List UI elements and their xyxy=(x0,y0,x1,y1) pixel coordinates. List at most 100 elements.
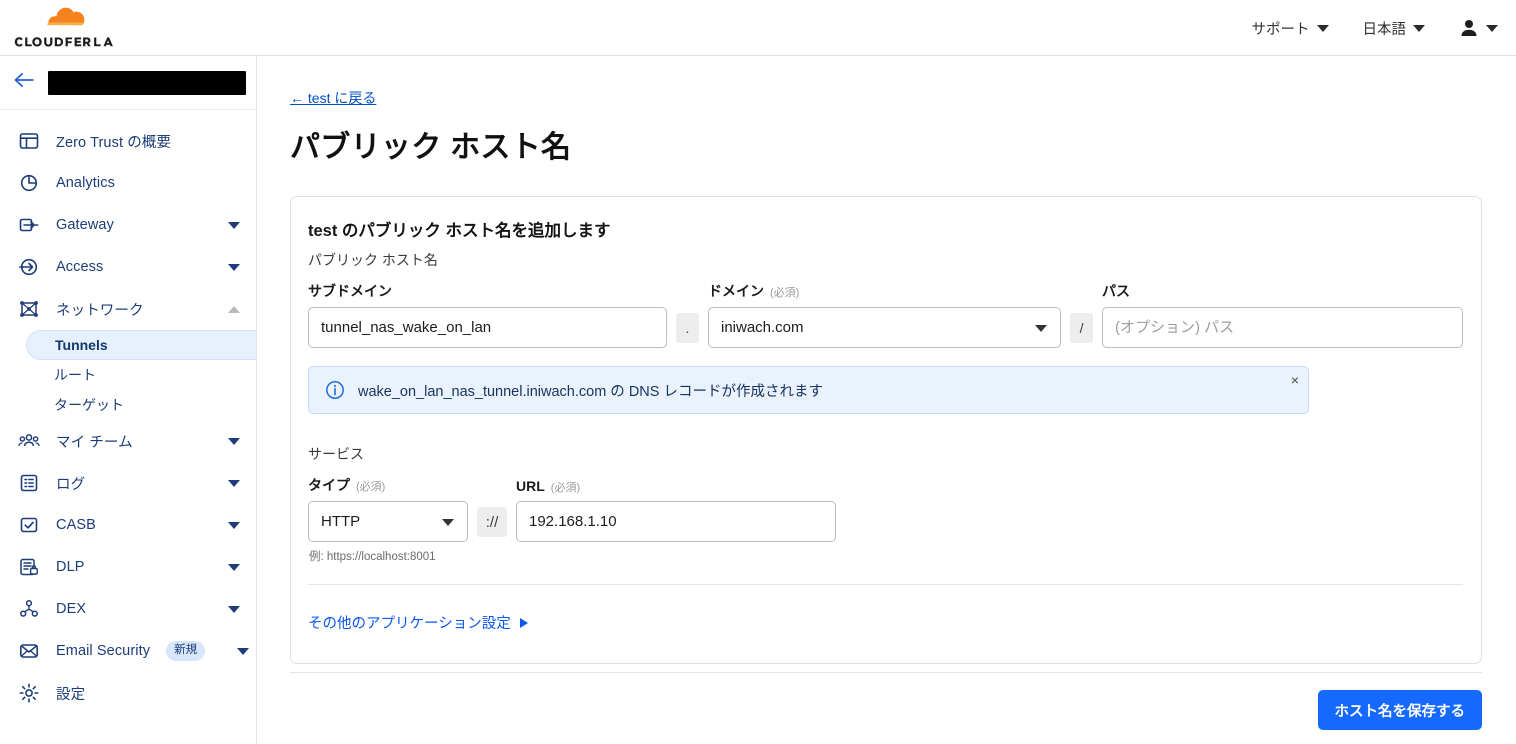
domain-select[interactable] xyxy=(707,307,1062,348)
chevron-down-icon[interactable] xyxy=(228,221,240,229)
chevron-down-icon[interactable] xyxy=(228,479,240,487)
gateway-icon xyxy=(19,218,39,232)
service-type-select[interactable] xyxy=(308,501,468,542)
advanced-application-settings-toggle[interactable]: その他のアプリケーション設定 xyxy=(308,612,528,633)
required-note: (必須) xyxy=(550,482,581,494)
service-url-input[interactable] xyxy=(516,501,836,542)
sidebar-item-my-team[interactable]: マイ チーム xyxy=(0,420,256,462)
dns-record-info-text: wake_on_lan_nas_tunnel.iniwach.com の DNS… xyxy=(358,383,823,400)
chevron-down-icon xyxy=(1486,24,1498,32)
sidebar-item-label: ネットワーク xyxy=(56,302,144,319)
domain-field-group: ドメイン (必須) xyxy=(707,281,1062,348)
path-label: パス xyxy=(1102,283,1131,299)
sidebar-item-label: DEX xyxy=(56,601,87,617)
advanced-settings-label: その他のアプリケーション設定 xyxy=(308,616,511,632)
language-menu[interactable]: 日本語 xyxy=(1362,18,1425,39)
back-arrow-icon[interactable] xyxy=(12,70,36,95)
chevron-down-icon xyxy=(1316,24,1329,32)
chevron-down-icon[interactable] xyxy=(228,605,240,613)
dlp-icon xyxy=(20,558,38,576)
sidebar-subitem-label: Tunnels xyxy=(55,337,108,353)
user-avatar-icon xyxy=(1461,20,1477,36)
sidebar-item-label: DLP xyxy=(56,559,85,575)
public-hostname-section-label: パブリック ホスト名 xyxy=(308,252,438,268)
slash-separator: / xyxy=(1070,313,1094,343)
sidebar-item-label: Access xyxy=(56,259,104,275)
chevron-down-icon[interactable] xyxy=(228,563,240,571)
card-title: test のパブリック ホスト名を追加します xyxy=(308,222,611,240)
logs-icon xyxy=(20,474,38,492)
sidebar-item-label: Gateway xyxy=(56,217,114,233)
sidebar-subitem-label: ターゲット xyxy=(54,397,124,413)
top-navigation-bar: サポート 日本語 xyxy=(0,0,1516,56)
info-icon xyxy=(326,381,344,399)
sidebar-item-analytics[interactable]: Analytics xyxy=(0,162,256,204)
language-label: 日本語 xyxy=(1362,21,1407,38)
service-fields-row: タイプ (必須) :// URL (必須) xyxy=(308,475,1463,542)
sidebar-item-logs[interactable]: ログ xyxy=(0,462,256,504)
sidebar-item-zero-trust-overview[interactable]: Zero Trust の概要 xyxy=(0,120,256,162)
sidebar-item-dex[interactable]: DEX xyxy=(0,588,256,630)
sidebar: Zero Trust の概要 Analytics Gateway Access … xyxy=(0,56,257,744)
status-badge: 新規 xyxy=(166,640,206,662)
type-label: タイプ (必須) xyxy=(308,477,386,493)
chevron-down-icon[interactable] xyxy=(228,263,240,271)
team-icon xyxy=(18,434,40,447)
cloudflare-logo[interactable] xyxy=(12,6,134,50)
sidebar-item-dlp[interactable]: DLP xyxy=(0,546,256,588)
dot-separator: . xyxy=(675,313,699,343)
url-label: URL (必須) xyxy=(516,478,581,494)
chevron-down-icon xyxy=(1413,24,1425,32)
sidebar-item-settings[interactable]: 設定 xyxy=(0,672,256,714)
sidebar-item-label: Analytics xyxy=(56,175,115,191)
add-public-hostname-card: test のパブリック ホスト名を追加します パブリック ホスト名 サブドメイン… xyxy=(290,196,1482,664)
domain-label: ドメイン (必須) xyxy=(707,283,800,299)
hostname-fields-row: サブドメイン . ドメイン (必須) / パス xyxy=(308,281,1463,348)
sidebar-item-routes[interactable]: ルート xyxy=(0,360,256,390)
footer-divider xyxy=(290,672,1482,673)
card-divider xyxy=(308,584,1463,585)
sidebar-item-tunnels[interactable]: Tunnels xyxy=(26,330,256,360)
topbar-right-actions: サポート 日本語 xyxy=(1252,0,1498,56)
sidebar-item-label: マイ チーム xyxy=(56,434,133,451)
support-label: サポート xyxy=(1251,21,1310,38)
account-name-redacted[interactable] xyxy=(48,70,246,95)
overview-icon xyxy=(19,133,39,149)
page-title: パブリック ホスト名 xyxy=(290,131,572,164)
subdomain-input[interactable] xyxy=(308,307,667,348)
breadcrumb-back-link[interactable]: ← test に戻る xyxy=(290,88,376,108)
support-menu[interactable]: サポート xyxy=(1252,18,1329,39)
chevron-down-icon[interactable] xyxy=(228,437,240,445)
path-input[interactable] xyxy=(1102,307,1463,348)
sidebar-item-label: ログ xyxy=(56,476,86,493)
service-section-label: サービス xyxy=(308,446,364,462)
sidebar-item-access[interactable]: Access xyxy=(0,246,256,288)
sidebar-item-email-security[interactable]: Email Security 新規 xyxy=(0,630,256,672)
dex-icon xyxy=(20,600,38,617)
chevron-down-icon[interactable] xyxy=(228,521,240,529)
chevron-right-icon xyxy=(519,617,528,628)
required-note: (必須) xyxy=(769,287,800,299)
main-content: ← test に戻る パブリック ホスト名 test のパブリック ホスト名を追… xyxy=(257,56,1516,744)
chevron-down-icon[interactable] xyxy=(237,647,250,655)
sidebar-item-casb[interactable]: CASB xyxy=(0,504,256,546)
path-field-group: パス xyxy=(1102,281,1463,348)
close-icon[interactable]: × xyxy=(1291,373,1299,387)
user-account-menu[interactable] xyxy=(1459,18,1498,38)
sidebar-item-label: Zero Trust の概要 xyxy=(56,134,171,151)
save-hostname-button[interactable]: ホスト名を保存する xyxy=(1317,690,1482,730)
analytics-icon xyxy=(20,174,38,192)
account-selector-row xyxy=(0,56,256,110)
sidebar-subitem-label: ルート xyxy=(54,367,96,383)
chevron-up-icon[interactable] xyxy=(228,305,240,313)
sidebar-item-gateway[interactable]: Gateway xyxy=(0,204,256,246)
dns-record-info-banner: wake_on_lan_nas_tunnel.iniwach.com の DNS… xyxy=(308,366,1309,414)
protocol-separator: :// xyxy=(477,507,507,537)
subdomain-label: サブドメイン xyxy=(308,283,392,299)
sidebar-item-network[interactable]: ネットワーク xyxy=(0,288,256,330)
sidebar-item-targets[interactable]: ターゲット xyxy=(0,390,256,420)
sidebar-item-label: 設定 xyxy=(56,686,86,703)
sidebar-item-label: CASB xyxy=(56,517,96,533)
type-field-group: タイプ (必須) xyxy=(308,475,468,542)
sidebar-item-label: Email Security xyxy=(56,643,151,659)
